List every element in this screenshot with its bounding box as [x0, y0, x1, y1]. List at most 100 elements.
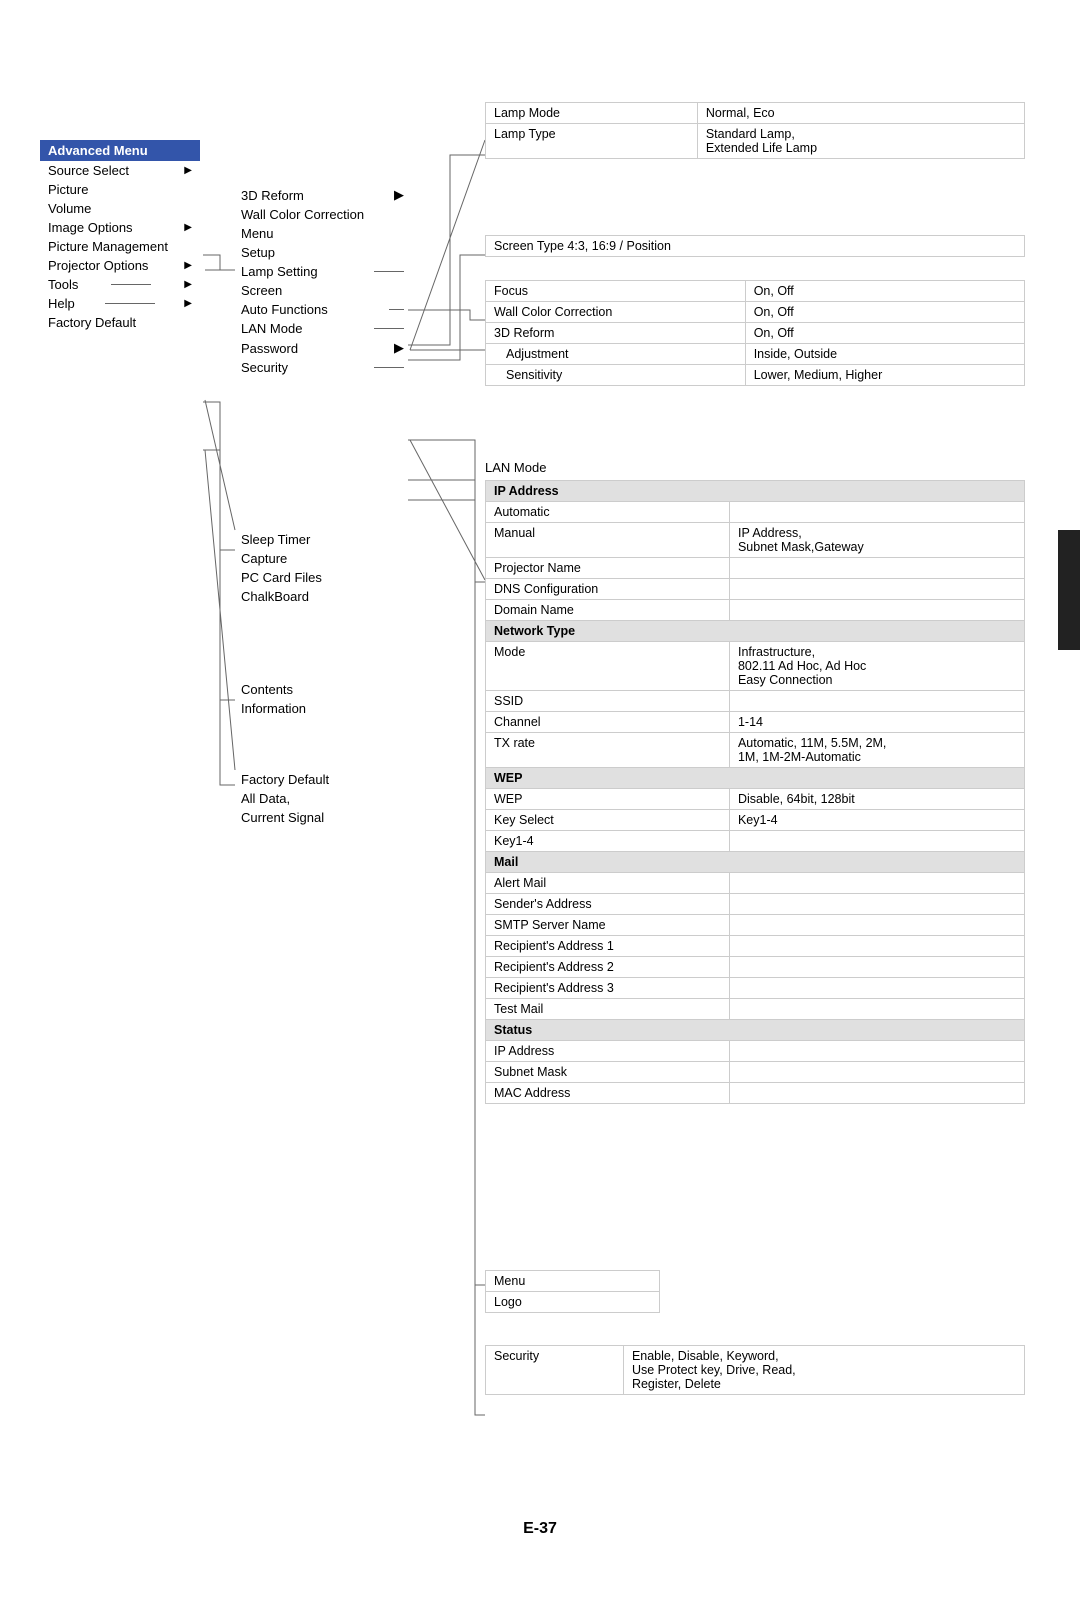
- left-menu: Advanced Menu Source Select ▶ Picture Vo…: [40, 140, 200, 332]
- screen-type-container: Screen Type 4:3, 16:9 / Position: [485, 235, 1025, 263]
- table-row: Recipient's Address 2: [486, 957, 1025, 978]
- arrow-icon: ▶: [394, 340, 404, 356]
- table-row: TX rate Automatic, 11M, 5.5M, 2M,1M, 1M-…: [486, 733, 1025, 768]
- lan-panel: IP Address Automatic Manual IP Address,S…: [485, 480, 1025, 1104]
- table-row: 3D Reform On, Off: [486, 323, 1025, 344]
- table-row: IP Address: [486, 1041, 1025, 1062]
- tools-pc-card-files[interactable]: PC Card Files: [235, 568, 410, 587]
- middle-item-setup[interactable]: Setup: [235, 243, 410, 262]
- table-row: SMTP Server Name: [486, 915, 1025, 936]
- tx-rate-label: TX rate: [486, 733, 730, 768]
- contents-submenu: Contents Information: [235, 680, 312, 718]
- channel-label: Channel: [486, 712, 730, 733]
- reform-label: 3D Reform: [486, 323, 746, 344]
- table-row: Channel 1-14: [486, 712, 1025, 733]
- arrow-icon: ▶: [184, 260, 192, 271]
- tools-submenu: Sleep Timer Capture PC Card Files ChalkB…: [235, 530, 410, 606]
- table-row: Wall Color Correction On, Off: [486, 302, 1025, 323]
- menu-item-tools[interactable]: Tools ▶: [40, 275, 200, 294]
- factory-default-item[interactable]: Factory Default: [235, 770, 335, 789]
- wep-value: Disable, 64bit, 128bit: [729, 789, 1024, 810]
- all-data-item[interactable]: All Data,: [235, 789, 335, 808]
- key-select-value: Key1-4: [729, 810, 1024, 831]
- mac-address-value: [729, 1083, 1024, 1104]
- network-type-header-row: Network Type: [486, 621, 1025, 642]
- wep-header-row: WEP: [486, 768, 1025, 789]
- automatic-value: [729, 502, 1024, 523]
- tools-chalkboard[interactable]: ChalkBoard: [235, 587, 410, 606]
- menu-item-image-options[interactable]: Image Options ▶: [40, 218, 200, 237]
- current-signal-item[interactable]: Current Signal: [235, 808, 335, 827]
- smtp-value: [729, 915, 1024, 936]
- table-row: MAC Address: [486, 1083, 1025, 1104]
- status-header-row: Status: [486, 1020, 1025, 1041]
- screen-type-label: Screen Type 4:3, 16:9 / Position: [486, 236, 1025, 257]
- menu-item-picture-management[interactable]: Picture Management: [40, 237, 200, 256]
- table-row: Subnet Mask: [486, 1062, 1025, 1083]
- menu-item-factory-default[interactable]: Factory Default: [40, 313, 200, 332]
- key-select-label: Key Select: [486, 810, 730, 831]
- subnet-mask-label: Subnet Mask: [486, 1062, 730, 1083]
- menu-item-projector-options[interactable]: Projector Options ▶: [40, 256, 200, 275]
- security-value: Enable, Disable, Keyword,Use Protect key…: [623, 1346, 1024, 1395]
- menu-item-picture[interactable]: Picture: [40, 180, 200, 199]
- tools-sleep-timer[interactable]: Sleep Timer: [235, 530, 410, 549]
- arrow-icon: ▶: [184, 222, 192, 233]
- ssid-value: [729, 691, 1024, 712]
- lamp-type-value: Standard Lamp,Extended Life Lamp: [697, 124, 1024, 159]
- middle-item-screen[interactable]: Screen: [235, 281, 410, 300]
- menu-logo-table: Menu Logo: [485, 1270, 660, 1313]
- middle-item-lamp-setting[interactable]: Lamp Setting: [235, 262, 410, 281]
- screen-type-table: Screen Type 4:3, 16:9 / Position: [485, 235, 1025, 257]
- middle-item-password[interactable]: Password ▶: [235, 338, 410, 358]
- middle-item-wall-color[interactable]: Wall Color Correction: [235, 205, 410, 224]
- mode-label: Mode: [486, 642, 730, 691]
- menu-item-source-select[interactable]: Source Select ▶: [40, 161, 200, 180]
- network-type-header: Network Type: [486, 621, 1025, 642]
- ip-address-header-row: IP Address: [486, 481, 1025, 502]
- recipient2-label: Recipient's Address 2: [486, 957, 730, 978]
- middle-item-lan-mode[interactable]: LAN Mode: [235, 319, 410, 338]
- adjustment-label: Adjustment: [486, 344, 746, 365]
- mac-address-label: MAC Address: [486, 1083, 730, 1104]
- lamp-table-container: Lamp Mode Normal, Eco Lamp Type Standard…: [485, 102, 1025, 165]
- table-row: Adjustment Inside, Outside: [486, 344, 1025, 365]
- test-mail-value: [729, 999, 1024, 1020]
- mail-header: Mail: [486, 852, 1025, 873]
- key1-4-value: [729, 831, 1024, 852]
- recipient1-value: [729, 936, 1024, 957]
- wall-correction-container: Focus On, Off Wall Color Correction On, …: [485, 280, 1025, 392]
- middle-item-menu[interactable]: Menu: [235, 224, 410, 243]
- table-row: Focus On, Off: [486, 281, 1025, 302]
- dns-config-value: [729, 579, 1024, 600]
- lan-mode-label: LAN Mode: [485, 460, 546, 475]
- manual-value: IP Address,Subnet Mask,Gateway: [729, 523, 1024, 558]
- tools-capture[interactable]: Capture: [235, 549, 410, 568]
- page-number: E-37: [20, 1520, 1060, 1538]
- mode-value: Infrastructure,802.11 Ad Hoc, Ad HocEasy…: [729, 642, 1024, 691]
- middle-item-3d-reform[interactable]: 3D Reform ▶: [235, 185, 410, 205]
- table-row: Menu: [486, 1271, 660, 1292]
- wep-header: WEP: [486, 768, 1025, 789]
- arrow-icon: ▶: [184, 298, 192, 309]
- table-row: Domain Name: [486, 600, 1025, 621]
- channel-value: 1-14: [729, 712, 1024, 733]
- table-row: SSID: [486, 691, 1025, 712]
- middle-item-auto-functions[interactable]: Auto Functions: [235, 300, 410, 319]
- menu-header: Advanced Menu: [40, 140, 200, 161]
- menu-item-volume[interactable]: Volume: [40, 199, 200, 218]
- information-item[interactable]: Information: [235, 699, 312, 718]
- lamp-mode-value: Normal, Eco: [697, 103, 1024, 124]
- middle-menu: 3D Reform ▶ Wall Color Correction Menu S…: [235, 185, 410, 377]
- security-container: Security Enable, Disable, Keyword,Use Pr…: [485, 1345, 1025, 1395]
- middle-item-security[interactable]: Security: [235, 358, 410, 377]
- menu-item-help[interactable]: Help ▶: [40, 294, 200, 313]
- reform-value: On, Off: [745, 323, 1024, 344]
- sensitivity-value: Lower, Medium, Higher: [745, 365, 1024, 386]
- lan-table: IP Address Automatic Manual IP Address,S…: [485, 480, 1025, 1104]
- logo-label: Logo: [486, 1292, 660, 1313]
- contents-item[interactable]: Contents: [235, 680, 312, 699]
- table-row: DNS Configuration: [486, 579, 1025, 600]
- table-row: Test Mail: [486, 999, 1025, 1020]
- menu-label: Menu: [486, 1271, 660, 1292]
